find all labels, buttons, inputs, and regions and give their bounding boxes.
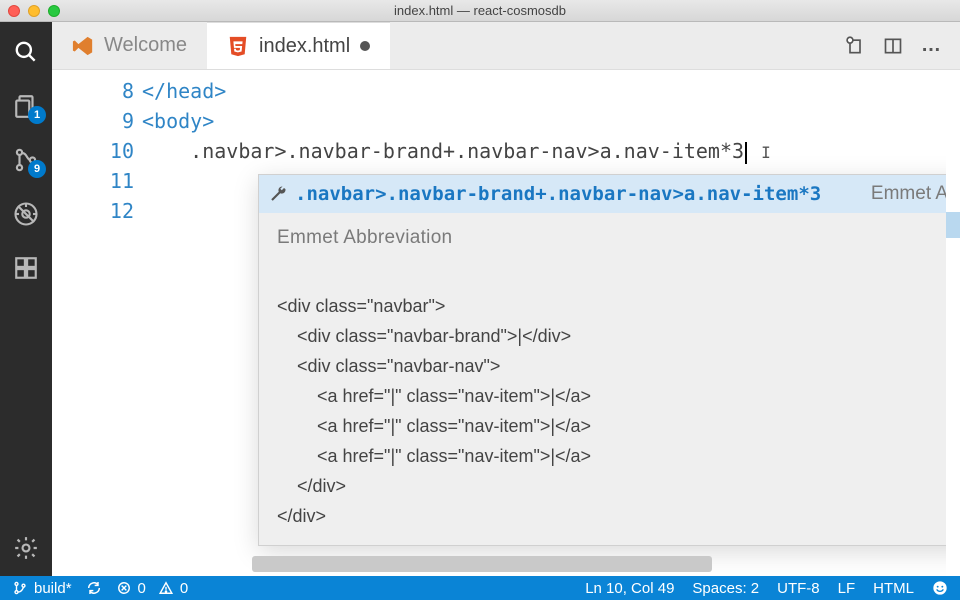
git-branch[interactable]: build* <box>12 580 72 597</box>
window-titlebar: index.html — react-cosmosdb <box>0 0 960 22</box>
suggestion-popup: .navbar>.navbar-brand+.navbar-nav>a.nav-… <box>258 174 960 546</box>
suggestion-item[interactable]: .navbar>.navbar-brand+.navbar-nav>a.nav-… <box>259 175 960 213</box>
scrollbar-thumb[interactable] <box>252 556 712 572</box>
problems[interactable]: 0 0 <box>116 580 189 597</box>
compare-changes-icon[interactable] <box>844 35 866 57</box>
suggestion-text: .navbar>.navbar-brand+.navbar-nav>a.nav-… <box>295 179 821 209</box>
indentation[interactable]: Spaces: 2 <box>692 580 759 597</box>
source-control-icon[interactable]: 9 <box>12 146 40 174</box>
explorer-icon[interactable]: 1 <box>12 92 40 120</box>
vscode-logo-icon <box>72 35 94 57</box>
branch-icon <box>12 580 28 596</box>
scm-badge: 9 <box>28 160 46 178</box>
emmet-expansion: <div class="navbar"> <div class="navbar-… <box>277 261 959 531</box>
window-title: index.html — react-cosmosdb <box>0 3 960 18</box>
error-icon <box>116 580 132 596</box>
language-mode[interactable]: HTML <box>873 580 914 597</box>
more-actions-icon[interactable]: … <box>920 35 942 57</box>
warning-icon <box>158 580 174 596</box>
eol[interactable]: LF <box>838 580 856 597</box>
editor-actions: … <box>844 35 960 57</box>
code-content[interactable]: </head> <body> .navbar>.navbar-brand+.na… <box>142 70 960 576</box>
editor-area: Welcome index.html … <box>52 22 960 576</box>
debug-icon[interactable] <box>12 200 40 228</box>
suggestion-details: ✕ Emmet Abbreviation <div class="navbar"… <box>259 213 960 545</box>
activity-bar: 1 9 <box>0 22 52 576</box>
status-bar: build* 0 0 Ln 10, Col 49 Spaces: 2 UTF-8… <box>0 576 960 600</box>
sync-icon <box>86 580 102 596</box>
html5-icon <box>227 35 249 57</box>
minimap[interactable] <box>946 70 960 576</box>
line-numbers: 8 9 10 11 12 <box>92 70 142 576</box>
tab-welcome[interactable]: Welcome <box>52 22 207 69</box>
tab-label: Welcome <box>104 34 187 57</box>
explorer-badge: 1 <box>28 106 46 124</box>
code-editor[interactable]: 8 9 10 11 12 </head> <body> .navbar>.nav… <box>52 70 960 576</box>
tab-index-html[interactable]: index.html <box>207 22 390 69</box>
tab-bar: Welcome index.html … <box>52 22 960 70</box>
tab-label: index.html <box>259 35 350 58</box>
extensions-icon[interactable] <box>12 254 40 282</box>
split-editor-icon[interactable] <box>882 35 904 57</box>
dirty-indicator-icon <box>360 41 370 51</box>
wrench-icon <box>269 185 287 203</box>
settings-gear-icon[interactable] <box>12 534 40 562</box>
minimap-highlight <box>946 212 960 238</box>
sync-button[interactable] <box>86 580 102 596</box>
cursor-position[interactable]: Ln 10, Col 49 <box>585 580 674 597</box>
feedback-icon[interactable] <box>932 580 948 596</box>
suggestion-heading: Emmet Abbreviation <box>277 223 959 253</box>
search-icon[interactable] <box>12 38 40 66</box>
encoding[interactable]: UTF-8 <box>777 580 820 597</box>
horizontal-scrollbar[interactable] <box>172 556 950 572</box>
